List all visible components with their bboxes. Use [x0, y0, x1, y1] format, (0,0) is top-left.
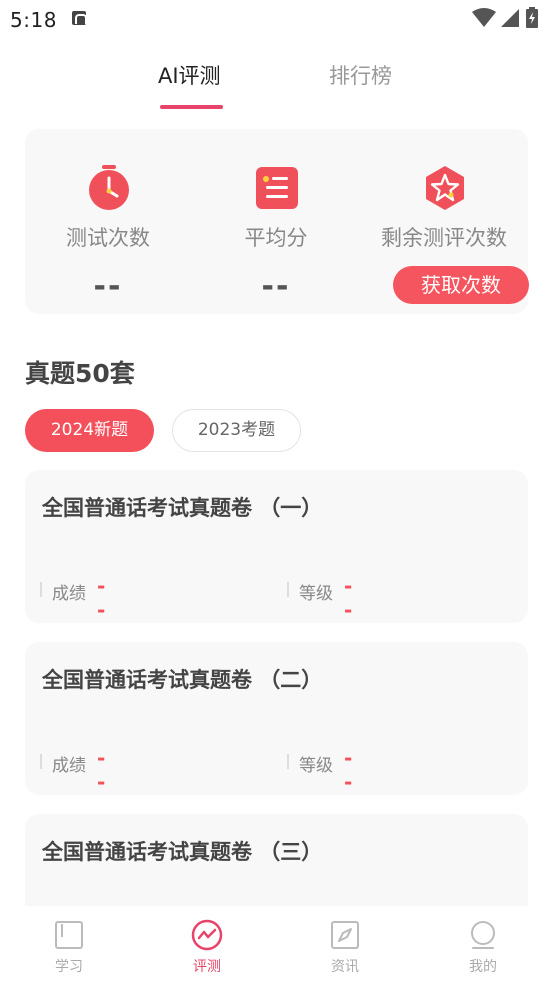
nav-study-label: 学习: [55, 959, 83, 975]
nav-news[interactable]: 资讯: [276, 906, 414, 983]
get-attempts-button[interactable]: 获取次数: [393, 266, 529, 304]
tab-2023[interactable]: 2023考题: [172, 409, 301, 452]
exam-title: 全国普通话考试真题卷 （三）: [42, 840, 323, 864]
book-icon: [55, 921, 83, 949]
grade-label: 等级: [299, 756, 333, 776]
divider: [287, 754, 289, 769]
wifi-icon: [472, 8, 496, 27]
nav-news-label: 资讯: [331, 959, 359, 975]
signal-icon: [501, 9, 519, 27]
grade-label: 等级: [299, 584, 333, 604]
grade-value: --: [344, 574, 354, 622]
nav-evaluation-label: 评测: [193, 959, 221, 975]
exam-card[interactable]: 全国普通话考试真题卷 （一） 成绩 -- 等级 --: [25, 470, 528, 623]
score-value: --: [97, 574, 107, 622]
nav-study[interactable]: 学习: [0, 906, 138, 983]
status-bar: 5:18: [0, 0, 553, 38]
score-label: 成绩: [52, 584, 86, 604]
remaining-label: 剩余测评次数: [381, 226, 507, 250]
exam-card[interactable]: 全国普通话考试真题卷 （二） 成绩 -- 等级 --: [25, 642, 528, 795]
average-value: --: [261, 269, 291, 304]
exam-card[interactable]: 全国普通话考试真题卷 （三）: [25, 814, 528, 906]
score-label: 成绩: [52, 756, 86, 776]
tab-ai-evaluation[interactable]: AI评测: [158, 60, 221, 90]
exam-title: 全国普通话考试真题卷 （一）: [42, 496, 323, 520]
divider: [40, 582, 42, 597]
tab-leaderboard[interactable]: 排行榜: [329, 60, 392, 90]
nav-profile-label: 我的: [469, 959, 497, 975]
tests-value: --: [93, 269, 123, 304]
notification-icon: [72, 11, 87, 25]
battery-icon: [526, 7, 538, 28]
chart-wave-icon: [191, 919, 223, 951]
star-badge-icon: [426, 166, 464, 210]
tab-indicator: [160, 105, 223, 109]
status-time: 5:18: [10, 8, 57, 32]
list-icon: [256, 167, 298, 209]
section-title: 真题50套: [25, 359, 135, 388]
average-label: 平均分: [244, 226, 308, 250]
top-tabs: AI评测 排行榜: [0, 52, 553, 112]
nav-profile[interactable]: 我的: [414, 906, 552, 983]
grade-value: --: [344, 746, 354, 794]
stats-card: 测试次数 -- 平均分 -- 剩余测评次数 获取次数: [25, 129, 529, 314]
profile-icon: [471, 921, 495, 949]
divider: [287, 582, 289, 597]
divider: [40, 754, 42, 769]
nav-evaluation[interactable]: 评测: [138, 906, 276, 983]
compass-icon: [331, 921, 359, 949]
bottom-nav: 学习 评测 资讯 我的: [0, 906, 553, 983]
exam-title: 全国普通话考试真题卷 （二）: [42, 668, 323, 692]
score-value: --: [97, 746, 107, 794]
timer-icon: [89, 165, 129, 210]
tab-2024[interactable]: 2024新题: [25, 409, 154, 452]
tests-label: 测试次数: [66, 226, 150, 250]
